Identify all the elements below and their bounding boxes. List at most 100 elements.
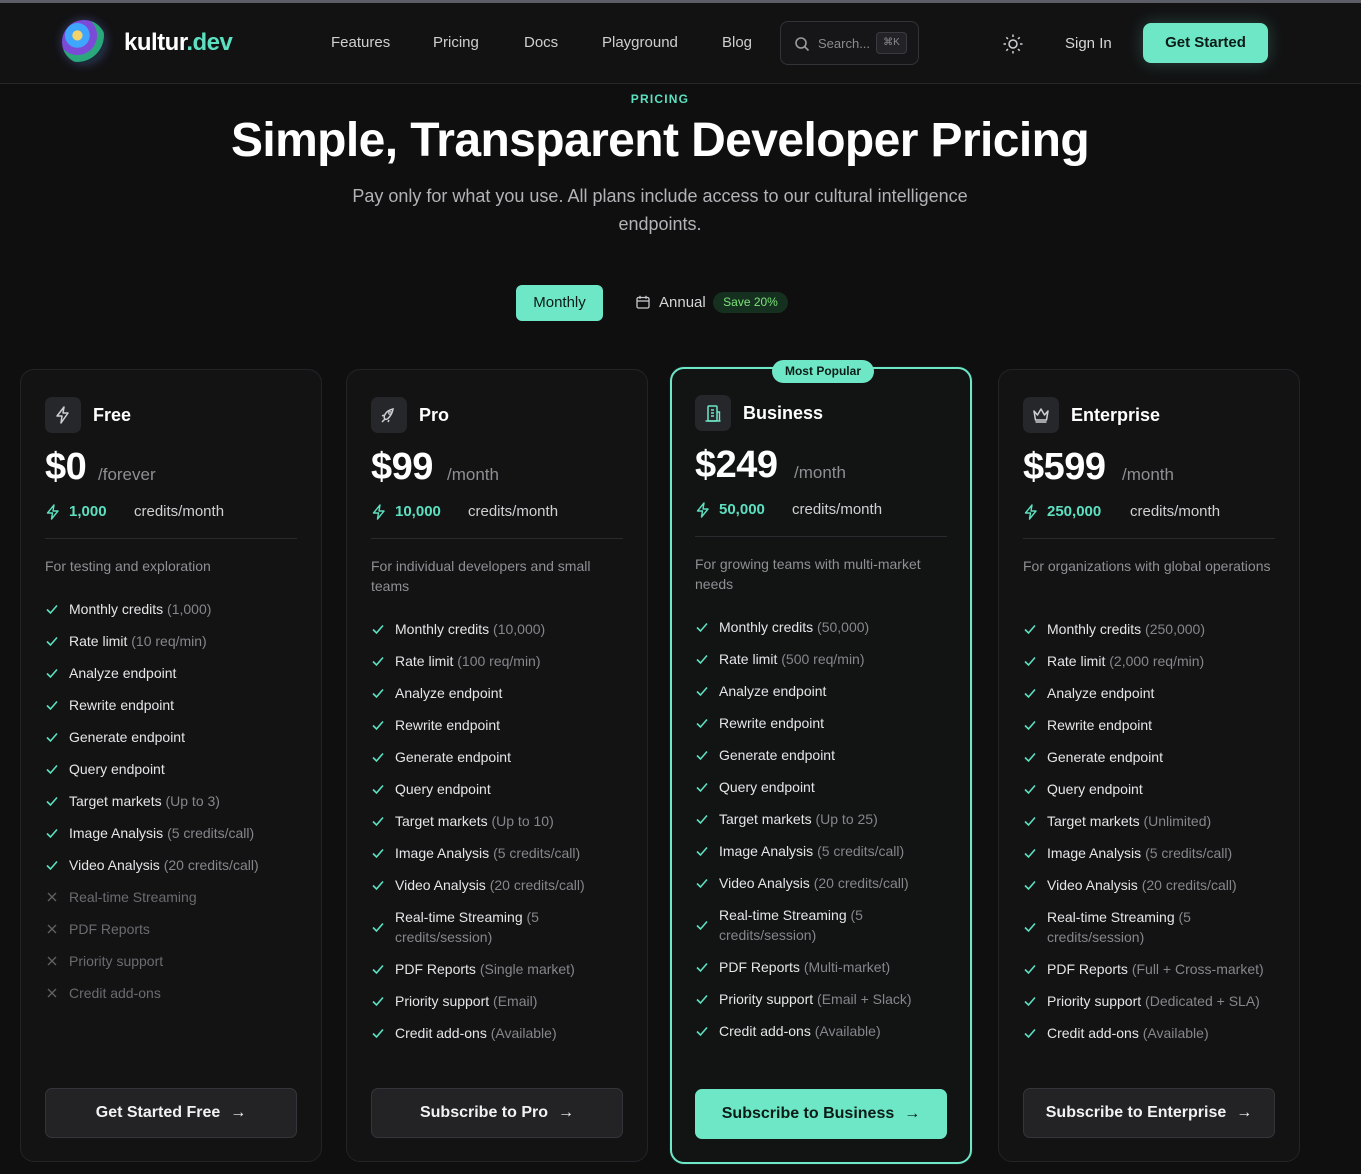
sun-icon[interactable] <box>1002 33 1024 55</box>
page-subtitle: Pay only for what you use. All plans inc… <box>352 186 968 234</box>
feature-name: Real-time Streaming <box>395 909 523 925</box>
feature-name: Analyze endpoint <box>395 685 503 701</box>
feature-name: Query endpoint <box>719 779 815 795</box>
nav-docs[interactable]: Docs <box>524 34 558 51</box>
check-icon <box>372 964 384 975</box>
plan-cta-button[interactable]: Subscribe to Pro → <box>371 1088 623 1138</box>
get-started-button[interactable]: Get Started <box>1143 23 1268 63</box>
check-icon <box>372 880 384 891</box>
check-icon <box>46 796 58 807</box>
check-icon <box>1024 1028 1036 1039</box>
check-icon <box>372 848 384 859</box>
check-icon <box>1024 922 1036 933</box>
feature-item: Monthly credits (1,000) <box>45 599 301 619</box>
feature-name: Priority support <box>69 953 164 969</box>
feature-item: Video Analysis (20 credits/call) <box>45 855 301 875</box>
feature-name: PDF Reports <box>1047 961 1128 977</box>
feature-name: Rewrite endpoint <box>395 717 501 733</box>
feature-name: Image Analysis <box>719 843 814 859</box>
feature-item: Real-time Streaming (5 credits/session) <box>695 905 951 945</box>
feature-item: Real-time Streaming (5 credits/session) <box>1023 907 1279 947</box>
feature-item: Priority support (Dedicated + SLA) <box>1023 991 1279 1011</box>
plan-divider <box>371 538 623 539</box>
feature-name: Analyze endpoint <box>1047 685 1155 701</box>
feature-name: Image Analysis <box>395 845 490 861</box>
feature-detail: (20 credits/call) <box>1141 877 1237 893</box>
nav-features[interactable]: Features <box>331 34 390 51</box>
plan-cta-button[interactable]: Get Started Free → <box>45 1088 297 1138</box>
billing-annual-label: Annual <box>659 294 706 311</box>
check-icon <box>46 636 58 647</box>
feature-name: Analyze endpoint <box>69 665 177 681</box>
feature-item: Generate endpoint <box>695 745 951 765</box>
feature-detail: (Unlimited) <box>1143 813 1212 829</box>
x-icon <box>47 988 57 998</box>
most-popular-badge: Most Popular <box>772 360 874 383</box>
plan-price: $599 <box>1023 446 1106 488</box>
plan-card-free: Free $0/forever 1,000 credits/month For test… <box>20 369 322 1162</box>
plan-credits-unit: credits/month <box>468 503 559 520</box>
check-icon <box>1024 720 1036 731</box>
feature-name: Rewrite endpoint <box>69 697 175 713</box>
feature-name: Image Analysis <box>1047 845 1142 861</box>
zap-icon <box>1024 504 1037 520</box>
check-icon <box>372 720 384 731</box>
feature-name: Analyze endpoint <box>719 683 827 699</box>
feature-name: Query endpoint <box>1047 781 1143 797</box>
check-icon <box>1024 880 1036 891</box>
plan-period: /month <box>1122 465 1174 484</box>
sign-in-link[interactable]: Sign In <box>1065 35 1112 52</box>
feature-detail: (20 credits/call) <box>489 877 585 893</box>
feature-item: Monthly credits (250,000) <box>1023 619 1279 639</box>
feature-item: Query endpoint <box>1023 779 1279 799</box>
calendar-icon <box>636 295 650 309</box>
feature-item: Image Analysis (5 credits/call) <box>1023 843 1279 863</box>
building-icon <box>705 405 721 422</box>
check-icon <box>372 656 384 667</box>
check-icon <box>372 922 384 933</box>
plan-name: Business <box>743 403 824 423</box>
feature-detail: (10 req/min) <box>131 633 207 649</box>
feature-detail: (250,000) <box>1145 621 1205 637</box>
feature-item: Analyze endpoint <box>695 681 951 701</box>
feature-item: Priority support (Email) <box>371 991 627 1011</box>
x-icon <box>47 956 57 966</box>
nav-pricing[interactable]: Pricing <box>433 34 479 51</box>
check-icon <box>46 732 58 743</box>
check-icon <box>1024 964 1036 975</box>
feature-name: Query endpoint <box>69 761 165 777</box>
feature-name: Target markets <box>1047 813 1140 829</box>
nav-playground[interactable]: Playground <box>602 34 678 51</box>
feature-item: Real-time Streaming (5 credits/session) <box>371 907 627 947</box>
plan-cta-button[interactable]: Subscribe to Enterprise → <box>1023 1088 1275 1138</box>
plan-cta-button[interactable]: Subscribe to Business → <box>695 1089 947 1139</box>
feature-name: Rewrite endpoint <box>719 715 825 731</box>
arrow-right-icon: → <box>558 1104 575 1121</box>
brand-name[interactable]: kultur.dev <box>124 29 233 57</box>
plan-icon-box <box>695 395 731 431</box>
logo-icon[interactable] <box>62 20 106 64</box>
feature-detail: (Email + Slack) <box>817 991 912 1007</box>
check-icon <box>46 860 58 871</box>
feature-detail: (Available) <box>814 1023 881 1039</box>
feature-detail: (Full + Cross-market) <box>1131 961 1264 977</box>
feature-name: PDF Reports <box>719 959 800 975</box>
feature-name: Rate limit <box>719 651 778 667</box>
feature-item: PDF Reports (Multi-market) <box>695 957 951 977</box>
feature-detail: (10,000) <box>493 621 546 637</box>
check-icon <box>696 750 708 761</box>
plan-divider <box>695 536 947 537</box>
plan-icon-box <box>45 397 81 433</box>
zap-icon <box>372 504 385 520</box>
check-icon <box>696 962 708 973</box>
nav-blog[interactable]: Blog <box>722 34 752 51</box>
check-icon <box>372 624 384 635</box>
plan-name: Free <box>93 405 132 425</box>
check-icon <box>46 668 58 679</box>
feature-detail: (1,000) <box>167 601 212 617</box>
feature-name: Monthly credits <box>1047 621 1142 637</box>
billing-monthly-button[interactable]: Monthly <box>516 285 603 321</box>
search-box[interactable]: Search... ⌘K <box>780 21 919 65</box>
plan-description: For growing teams with multi-market need… <box>695 556 921 592</box>
feature-detail: (Up to 3) <box>165 793 220 809</box>
